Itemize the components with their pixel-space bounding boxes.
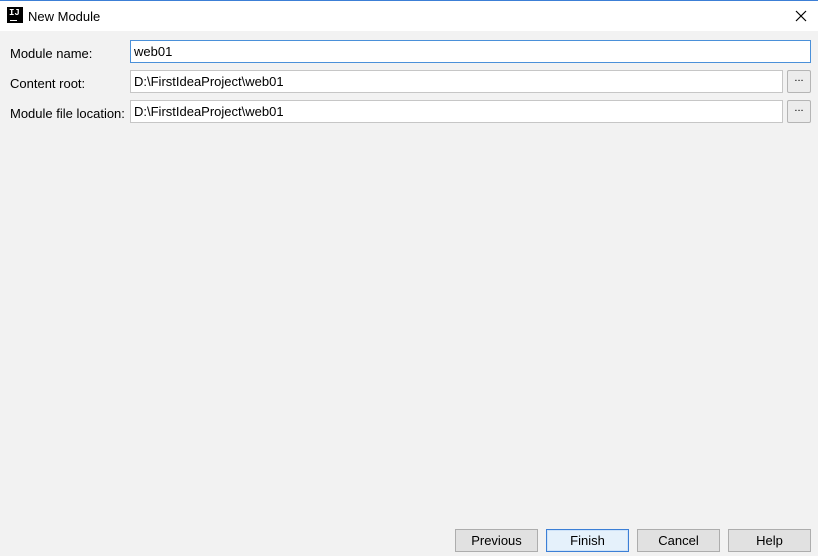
module-name-label: Module name: [10,46,93,61]
module-file-location-input[interactable]: D:\FirstIdeaProject\web01 [130,100,783,123]
title-bar: IJ New Module [0,0,818,31]
window-title: New Module [28,9,101,24]
content-root-input[interactable]: D:\FirstIdeaProject\web01 [130,70,783,93]
cancel-button[interactable]: Cancel [637,529,720,552]
close-button[interactable] [784,1,818,31]
dialog-content: Module name: web01 Content root: D:\Firs… [0,31,818,556]
intellij-idea-icon: IJ [7,7,23,23]
content-root-row: Content root: D:\FirstIdeaProject\web01 … [0,70,818,94]
module-file-location-row: Module file location: D:\FirstIdeaProjec… [0,100,818,124]
module-file-location-label: Module file location: [10,106,125,121]
finish-button[interactable]: Finish [546,529,629,552]
help-button[interactable]: Help [728,529,811,552]
module-file-location-browse-button[interactable]: ... [787,100,811,123]
previous-button[interactable]: Previous [455,529,538,552]
content-root-label: Content root: [10,76,86,91]
module-name-input[interactable]: web01 [130,40,811,63]
close-icon [795,10,807,22]
module-name-row: Module name: web01 [0,40,818,64]
content-root-browse-button[interactable]: ... [787,70,811,93]
